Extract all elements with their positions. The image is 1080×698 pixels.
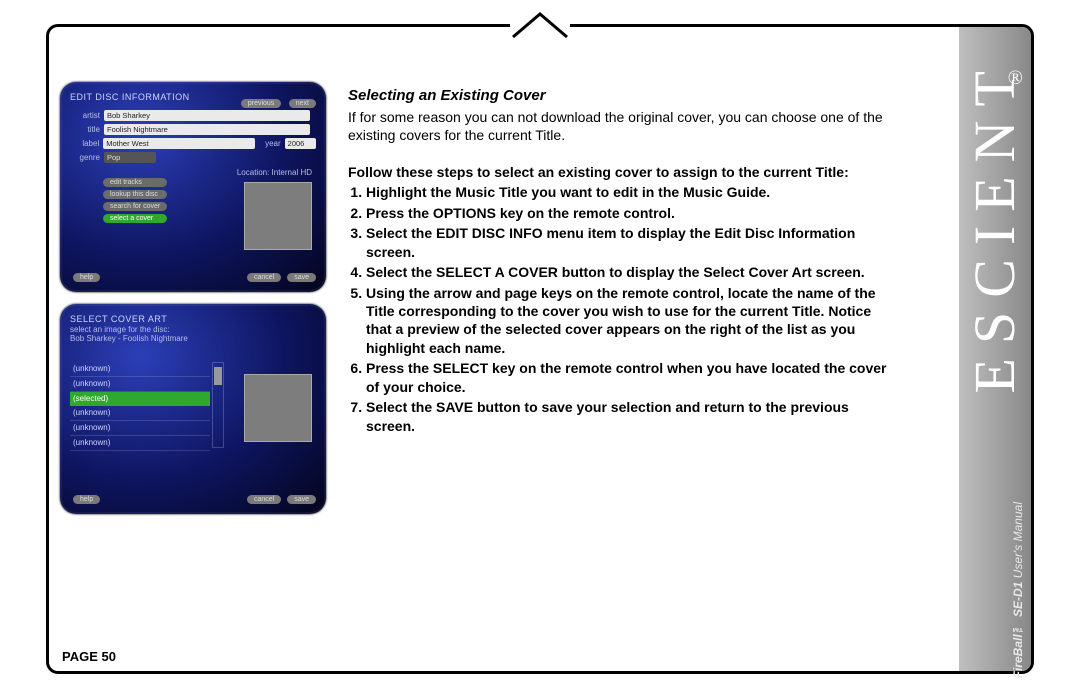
- highlighted-row: (selected): [70, 392, 210, 406]
- select-cover-screenshot: SELECT COVER ART select an image for the…: [60, 304, 326, 514]
- doc-title-vertical: FireBall™ SE-D1 User's Manual: [1011, 502, 1025, 678]
- screen2-subtitle: select an image for the disc: Bob Sharke…: [70, 326, 188, 344]
- frame-notch: [510, 8, 570, 40]
- screen1-top-buttons: previous next: [238, 92, 316, 110]
- scroll-indicator: [212, 362, 224, 448]
- step-2: Press the OPTIONS key on the remote cont…: [366, 204, 888, 222]
- steps-list: Highlight the Music Title you want to ed…: [366, 183, 888, 435]
- edit-disc-screenshot: EDIT DISC INFORMATION previous next arti…: [60, 82, 326, 292]
- cover-list: (unknown) (unknown) (selected) (unknown)…: [70, 362, 210, 451]
- section-heading: Selecting an Existing Cover: [348, 86, 888, 106]
- brand-wordmark: ESCIENT: [966, 57, 1024, 393]
- cover-preview-2: [244, 374, 312, 442]
- step-1: Highlight the Music Title you want to ed…: [366, 183, 888, 201]
- intro-paragraph: If for some reason you can not download …: [348, 108, 888, 145]
- screen1-bottom: help cancel save: [70, 273, 316, 282]
- next-button: next: [289, 99, 316, 108]
- step-3: Select the EDIT DISC INFO menu item to d…: [366, 224, 888, 261]
- steps-lead: Follow these steps to select an existing…: [348, 163, 888, 181]
- screen2-bottom: help cancel save: [70, 495, 316, 504]
- step-5: Using the arrow and page keys on the rem…: [366, 284, 888, 358]
- side-button-stack: edit tracks lookup this disc search for …: [100, 178, 167, 223]
- page-number: PAGE 50: [62, 649, 116, 664]
- screenshot-column: EDIT DISC INFORMATION previous next arti…: [60, 82, 330, 526]
- prev-button: previous: [241, 99, 281, 108]
- text-column: Selecting an Existing Cover If for some …: [348, 82, 960, 526]
- cover-preview-1: [244, 182, 312, 250]
- location-text: Location: Internal HD: [237, 168, 312, 177]
- screen1-form: artist Bob Sharkey title Foolish Nightma…: [70, 110, 316, 166]
- step-6: Press the SELECT key on the remote contr…: [366, 359, 888, 396]
- screen2-title: SELECT COVER ART: [70, 314, 167, 324]
- step-7: Select the SAVE button to save your sele…: [366, 398, 888, 435]
- content-area: EDIT DISC INFORMATION previous next arti…: [60, 82, 960, 526]
- select-a-cover-button: select a cover: [103, 214, 167, 223]
- screen1-title: EDIT DISC INFORMATION: [70, 92, 190, 102]
- step-4: Select the SELECT A COVER button to disp…: [366, 263, 888, 281]
